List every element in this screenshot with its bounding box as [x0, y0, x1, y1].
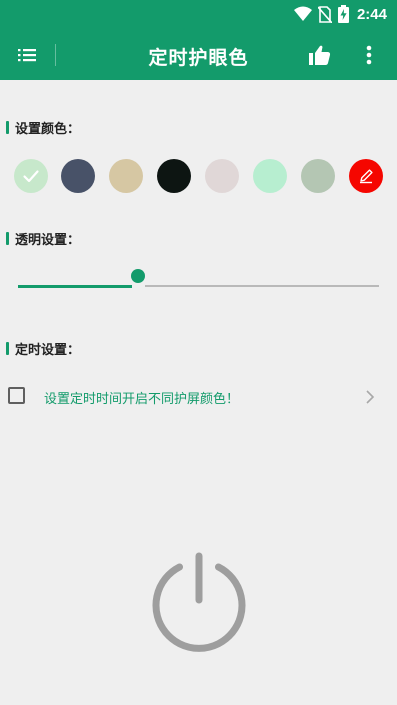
swatch-slate-blue[interactable]: [61, 159, 95, 193]
section-marker: [6, 231, 9, 245]
timer-settings-row[interactable]: 设置定时时间开启不同护屏颜色！: [0, 376, 397, 418]
transparency-slider-track[interactable]: [145, 285, 379, 287]
more-vert-icon[interactable]: [360, 43, 378, 67]
app-bar: 定时护眼色: [0, 30, 397, 80]
page-title: 定时护眼色: [148, 47, 249, 69]
transparency-slider-filled[interactable]: [18, 285, 132, 288]
transparency-section-label: 透明设置：: [15, 232, 81, 248]
transparency-slider-thumb[interactable]: [131, 269, 145, 283]
thumbs-up-icon[interactable]: [308, 43, 332, 67]
status-time: 2:44: [356, 5, 387, 23]
section-marker: [6, 341, 9, 355]
edit-pencil-icon: [360, 169, 373, 184]
chevron-right-icon: [366, 390, 375, 404]
color-section-label: 设置颜色：: [15, 121, 81, 137]
section-marker: [6, 120, 9, 134]
battery-charging-icon: [337, 5, 349, 23]
timer-row-text: 设置定时时间开启不同护屏颜色！: [44, 392, 240, 407]
no-sim-icon: [317, 5, 332, 23]
swatch-pale-pink[interactable]: [205, 159, 239, 193]
check-icon: [23, 170, 39, 183]
power-icon[interactable]: [148, 550, 250, 652]
timer-section-title: 定时设置：: [6, 338, 80, 358]
swatch-black[interactable]: [157, 159, 191, 193]
swatch-mint[interactable]: [253, 159, 287, 193]
swatch-light-green[interactable]: [14, 159, 48, 193]
swatch-custom-red[interactable]: [349, 159, 383, 193]
color-section-title: 设置颜色：: [6, 117, 80, 137]
timer-checkbox[interactable]: [8, 387, 25, 404]
timer-section-label: 定时设置：: [15, 342, 81, 358]
status-icons: 2:44: [293, 5, 387, 23]
swatch-gray-green[interactable]: [301, 159, 335, 193]
swatch-beige[interactable]: [109, 159, 143, 193]
wifi-icon: [293, 6, 312, 21]
status-bar: 2:44: [0, 0, 397, 30]
transparency-section-title: 透明设置：: [6, 228, 80, 248]
